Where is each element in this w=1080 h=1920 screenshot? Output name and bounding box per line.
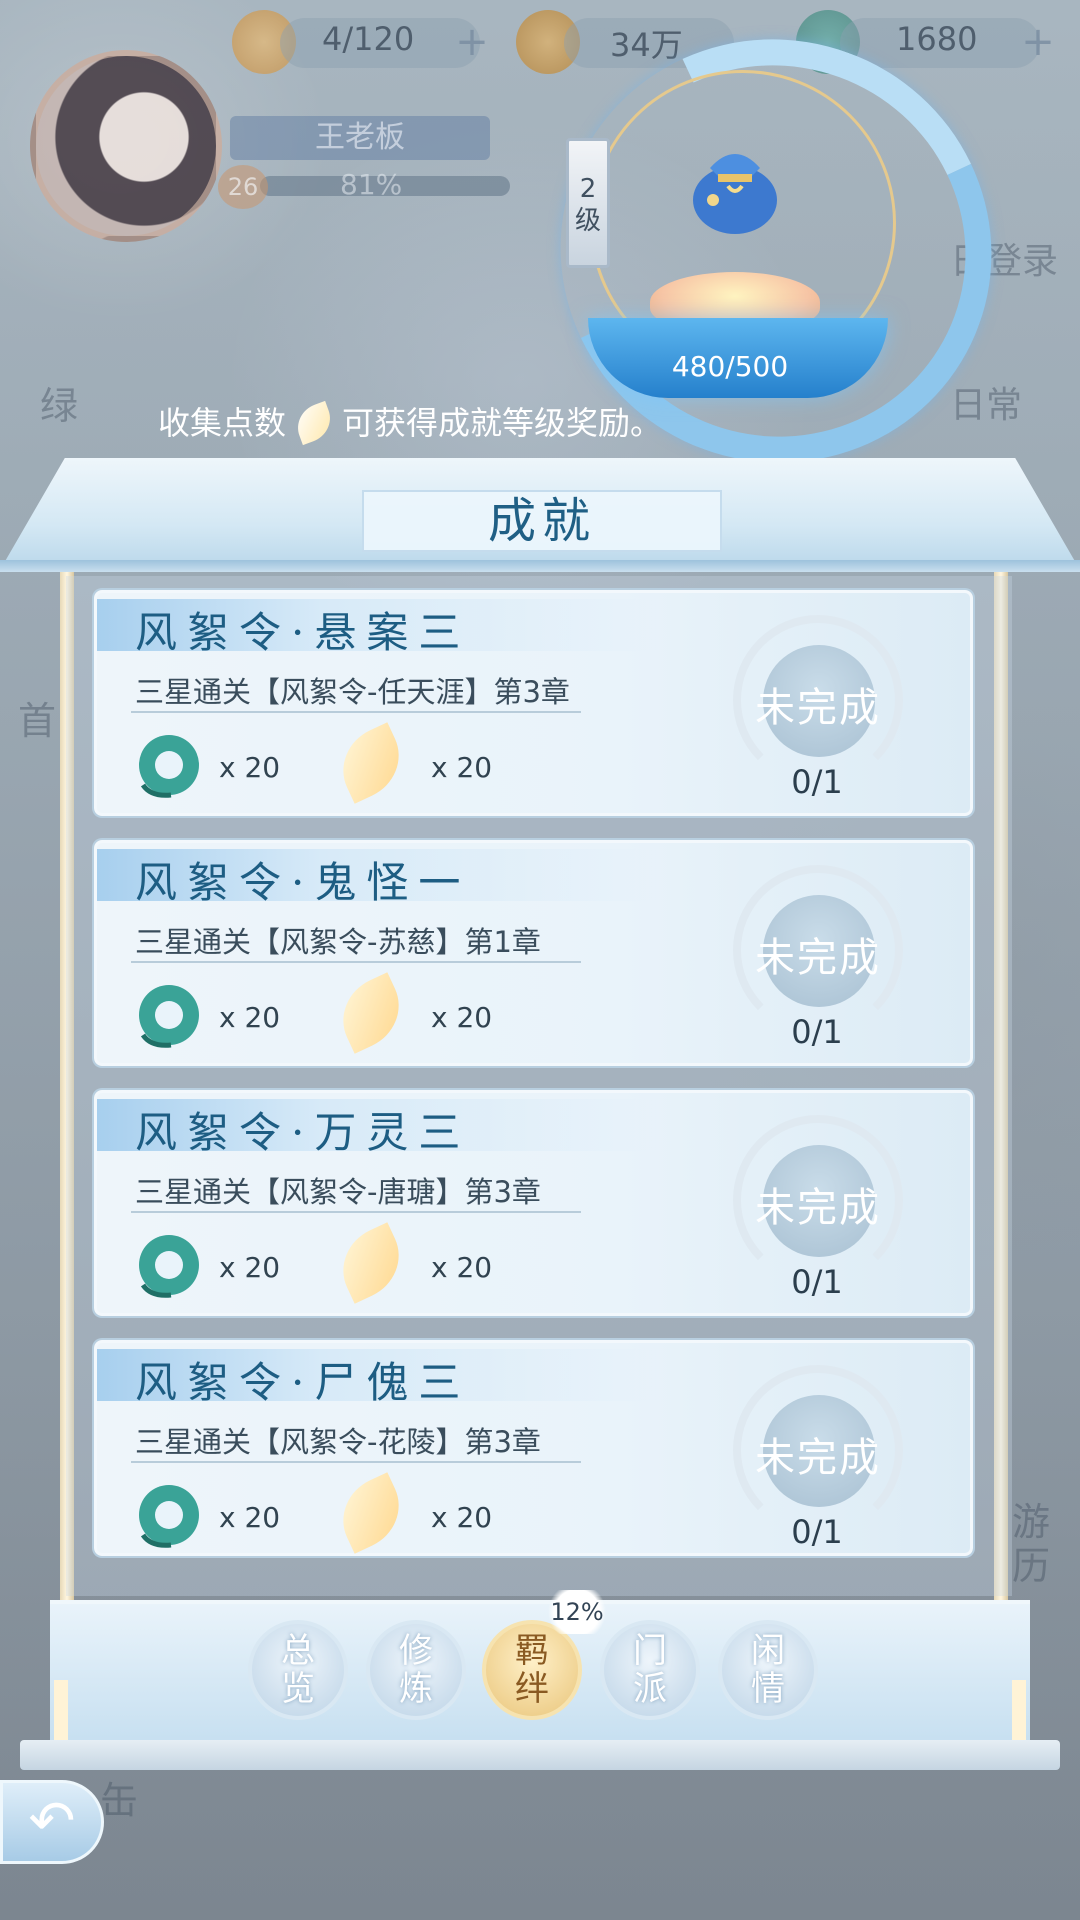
back-arrow-icon: ↶ xyxy=(28,1789,76,1854)
tab-bar-base xyxy=(20,1740,1060,1770)
achievement-desc: 三星通关【风絮令-花陵】第3章 xyxy=(135,1425,541,1459)
status-label: 未完成 xyxy=(755,1185,881,1231)
tab-overview[interactable]: 总 览 xyxy=(248,1620,348,1720)
hint-text-after: 可获得成就等级奖励。 xyxy=(342,404,663,442)
achievement-title: 风絮令·万灵三 xyxy=(135,1108,471,1157)
tab-leisure[interactable]: 闲 情 xyxy=(718,1620,818,1720)
lucky-bag-icon xyxy=(693,154,777,234)
resource-stamina-value: 4/120 xyxy=(322,20,415,58)
jade-reward-icon xyxy=(139,735,199,798)
bg-label-right-bottom: 游 历 xyxy=(1012,1500,1051,1588)
petal-reward-icon xyxy=(329,972,413,1054)
tab-sect[interactable]: 门 派 xyxy=(600,1620,700,1720)
divider xyxy=(131,1211,581,1213)
bg-label-bottom-left: 缶 xyxy=(100,1779,139,1823)
achievement-card: 风絮令·万灵三 三星通关【风絮令-唐瑭】第3章 x 20 x 20 未完成 0/… xyxy=(94,1090,973,1316)
divider xyxy=(131,711,581,713)
jade-reward-icon xyxy=(139,1485,199,1548)
status-label: 未完成 xyxy=(755,1435,881,1481)
back-button[interactable]: ↶ xyxy=(0,1780,104,1864)
status-label: 未完成 xyxy=(755,935,881,981)
bg-label-left-top: 绿 xyxy=(40,384,79,428)
reward-quantity: x 20 xyxy=(431,1501,493,1534)
progress-count: 0/1 xyxy=(791,1263,843,1301)
achievement-title: 风絮令·尸傀三 xyxy=(135,1358,471,1407)
bg-label-right-daily: 日常 xyxy=(950,385,1023,426)
achievement-level-tag: 2 级 xyxy=(566,138,610,268)
achievement-progress-text: 480/500 xyxy=(671,350,789,383)
progress-count: 0/1 xyxy=(791,1513,843,1551)
panel-roof-edge xyxy=(0,560,1080,572)
player-name: 王老板 xyxy=(230,116,490,160)
add-jade-button[interactable]: + xyxy=(1016,22,1060,66)
progress-count: 0/1 xyxy=(791,763,843,801)
tab-cultivation[interactable]: 修 炼 xyxy=(366,1620,466,1720)
reward-quantity: x 20 xyxy=(431,1251,493,1284)
reward-quantity: x 20 xyxy=(219,1001,281,1034)
jade-reward-icon xyxy=(139,985,199,1048)
petal-reward-icon xyxy=(329,722,413,804)
add-stamina-button[interactable]: + xyxy=(450,22,494,66)
achievement-title: 风絮令·鬼怪一 xyxy=(135,858,471,907)
resource-gold-value: 34万 xyxy=(610,26,683,64)
reward-quantity: x 20 xyxy=(431,751,493,784)
jade-reward-icon xyxy=(139,1235,199,1298)
achievement-desc: 三星通关【风絮令-任天涯】第3章 xyxy=(135,675,570,709)
player-level-badge: 26 xyxy=(218,165,268,209)
reward-quantity: x 20 xyxy=(219,1251,281,1284)
achievement-desc: 三星通关【风絮令-唐瑭】第3章 xyxy=(135,1175,541,1209)
petal-reward-icon xyxy=(329,1222,413,1304)
achievement-desc: 三星通关【风絮令-苏慈】第1章 xyxy=(135,925,541,959)
resource-jade-value: 1680 xyxy=(896,20,978,58)
reward-quantity: x 20 xyxy=(431,1001,493,1034)
achievement-card: 风絮令·尸傀三 三星通关【风絮令-花陵】第3章 x 20 x 20 未完成 0/… xyxy=(94,1340,973,1556)
exp-percent: 81% xyxy=(340,168,403,201)
petal-reward-icon xyxy=(329,1472,413,1554)
candle-right-decoration xyxy=(1012,1680,1026,1740)
bg-label-left-mid: 首 xyxy=(18,699,57,743)
achievement-card: 风絮令·悬案三 三星通关【风絮令-任天涯】第3章 x 20 x 20 未完成 0… xyxy=(94,590,973,816)
reward-quantity: x 20 xyxy=(219,751,281,784)
achievement-card: 风絮令·鬼怪一 三星通关【风絮令-苏慈】第1章 x 20 x 20 未完成 0/… xyxy=(94,840,973,1066)
panel-title: 成就 xyxy=(362,490,722,552)
reward-quantity: x 20 xyxy=(219,1501,281,1534)
tab-bond[interactable]: 羁 绊 xyxy=(482,1620,582,1720)
hint-text-before: 收集点数 xyxy=(158,404,287,442)
divider xyxy=(131,961,581,963)
status-label: 未完成 xyxy=(755,685,881,731)
candle-left-decoration xyxy=(54,1680,68,1740)
achievement-title: 风絮令·悬案三 xyxy=(135,608,471,657)
tab-progress-badge: 12% xyxy=(542,1590,612,1634)
avatar[interactable] xyxy=(30,50,222,242)
petal-icon xyxy=(291,400,337,446)
progress-count: 0/1 xyxy=(791,1013,843,1051)
divider xyxy=(131,1461,581,1463)
collect-hint: 收集点数 可获得成就等级奖励。 xyxy=(158,398,663,446)
